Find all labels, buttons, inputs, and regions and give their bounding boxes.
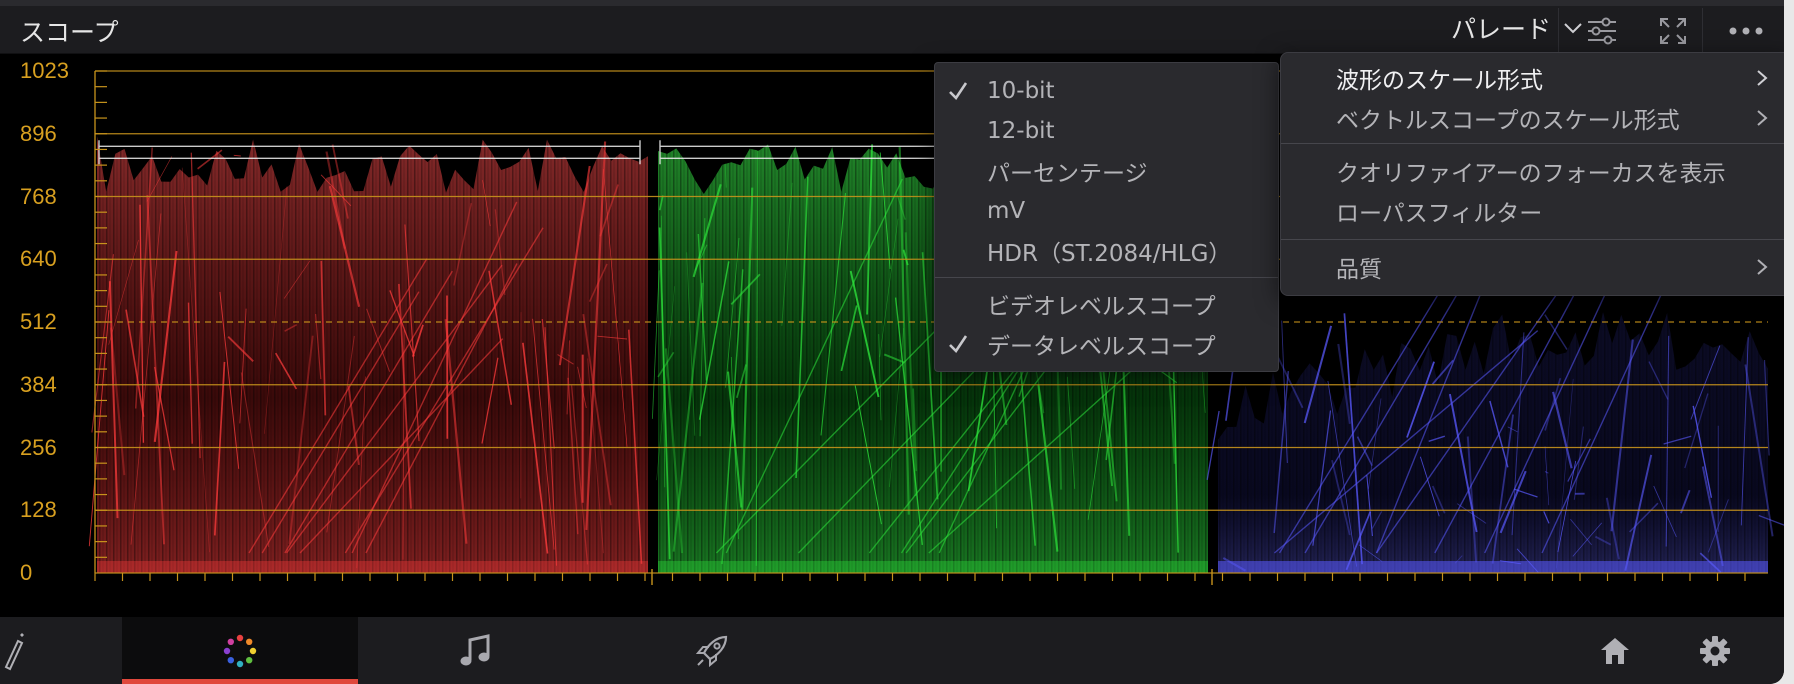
pen-icon bbox=[4, 632, 24, 670]
checkmark-icon bbox=[949, 82, 968, 101]
gear-icon bbox=[1700, 635, 1730, 666]
menu-item-label: クオリファイアーのフォーカスを表示 bbox=[1336, 161, 1726, 187]
video-level-scope-item[interactable]: ビデオレベルスコープ bbox=[935, 284, 1278, 324]
scope-header: スコープ パレード bbox=[0, 0, 1784, 54]
header-top-strip bbox=[0, 0, 1784, 6]
menu-item-label: mV bbox=[987, 198, 1026, 224]
menu-item-label: 波形のスケール形式 bbox=[1336, 68, 1543, 94]
menu-separator bbox=[1281, 143, 1784, 144]
expand-icon bbox=[1660, 18, 1686, 44]
menu-item-label: ベクトルスコープのスケール形式 bbox=[1336, 108, 1680, 134]
menu-item-label: HDR（ST.2084/HLG） bbox=[987, 241, 1232, 267]
edit-page-tab[interactable] bbox=[0, 617, 30, 684]
menu-item-label: 10-bit bbox=[987, 78, 1055, 104]
menu-separator bbox=[1281, 239, 1784, 240]
menu-item-label: ローパスフィルター bbox=[1336, 201, 1543, 227]
page-navigation-bar bbox=[0, 617, 1784, 684]
chevron-right-icon bbox=[1757, 259, 1768, 275]
color-wheel-icon bbox=[223, 634, 257, 667]
menu-item-label: パーセンテージ bbox=[987, 161, 1148, 187]
menu-item-label: 12-bit bbox=[987, 118, 1055, 144]
menu-item-label: ビデオレベルスコープ bbox=[987, 294, 1216, 320]
vectorscope-scale-style-item[interactable]: ベクトルスコープのスケール形式 bbox=[1281, 98, 1784, 138]
rocket-icon bbox=[695, 635, 728, 667]
scope-options-menu: 波形のスケール形式 ベクトルスコープのスケール形式 クオリファイアーのフォーカス… bbox=[1280, 52, 1784, 296]
show-qualifier-focus-item[interactable]: クオリファイアーのフォーカスを表示 bbox=[1281, 151, 1784, 191]
menu-item-label: データレベルスコープ bbox=[987, 334, 1216, 360]
menu-item-label: 品質 bbox=[1336, 257, 1382, 283]
active-page-indicator bbox=[122, 679, 358, 684]
scopes-window: スコープ パレード 1023 896 768 640 512 384 256 1… bbox=[0, 0, 1784, 684]
sliders-icon bbox=[1587, 17, 1616, 45]
quality-item[interactable]: 品質 bbox=[1281, 247, 1784, 287]
home-icon bbox=[1601, 637, 1629, 664]
panel-title: スコープ bbox=[20, 18, 119, 47]
home-button[interactable] bbox=[1585, 617, 1645, 684]
y-axis-label: 768 bbox=[20, 183, 57, 209]
scope-mode-dropdown[interactable]: パレード bbox=[1395, 8, 1585, 48]
scale-hdr-item[interactable]: HDR（ST.2084/HLG） bbox=[935, 231, 1278, 271]
more-options-button[interactable] bbox=[1702, 8, 1784, 54]
data-level-scope-item[interactable]: データレベルスコープ bbox=[935, 324, 1278, 364]
more-icon bbox=[1729, 27, 1762, 35]
color-page-tab[interactable] bbox=[122, 617, 358, 684]
y-axis-label: 0 bbox=[20, 560, 33, 585]
music-note-icon bbox=[460, 633, 490, 665]
deliver-page-tab[interactable] bbox=[594, 617, 830, 684]
y-axis-label: 896 bbox=[20, 120, 57, 146]
fairlight-page-tab[interactable] bbox=[358, 617, 594, 684]
y-axis-label: 1023 bbox=[20, 58, 69, 83]
y-axis-label: 640 bbox=[20, 246, 57, 272]
scale-percentage-item[interactable]: パーセンテージ bbox=[935, 151, 1278, 191]
y-axis-label: 384 bbox=[20, 371, 57, 397]
checkmark-icon bbox=[949, 335, 968, 354]
y-axis-label: 512 bbox=[20, 309, 57, 334]
project-settings-button[interactable] bbox=[1685, 617, 1745, 684]
menu-separator bbox=[935, 277, 1278, 278]
waveform-scale-submenu: 10-bit 12-bit パーセンテージ mV HDR（ST.2084/HLG… bbox=[934, 62, 1279, 372]
waveform-scale-style-item[interactable]: 波形のスケール形式 bbox=[1281, 58, 1784, 98]
low-pass-filter-item[interactable]: ローパスフィルター bbox=[1281, 191, 1784, 231]
scale-mv-item[interactable]: mV bbox=[935, 191, 1278, 231]
scale-10bit-item[interactable]: 10-bit bbox=[935, 71, 1278, 111]
chevron-right-icon bbox=[1757, 110, 1768, 126]
chevron-right-icon bbox=[1757, 70, 1768, 86]
scope-mode-label: パレード bbox=[1450, 15, 1551, 44]
scale-12bit-item[interactable]: 12-bit bbox=[935, 111, 1278, 151]
y-axis-label: 256 bbox=[20, 434, 57, 460]
y-axis-label: 128 bbox=[20, 497, 57, 523]
